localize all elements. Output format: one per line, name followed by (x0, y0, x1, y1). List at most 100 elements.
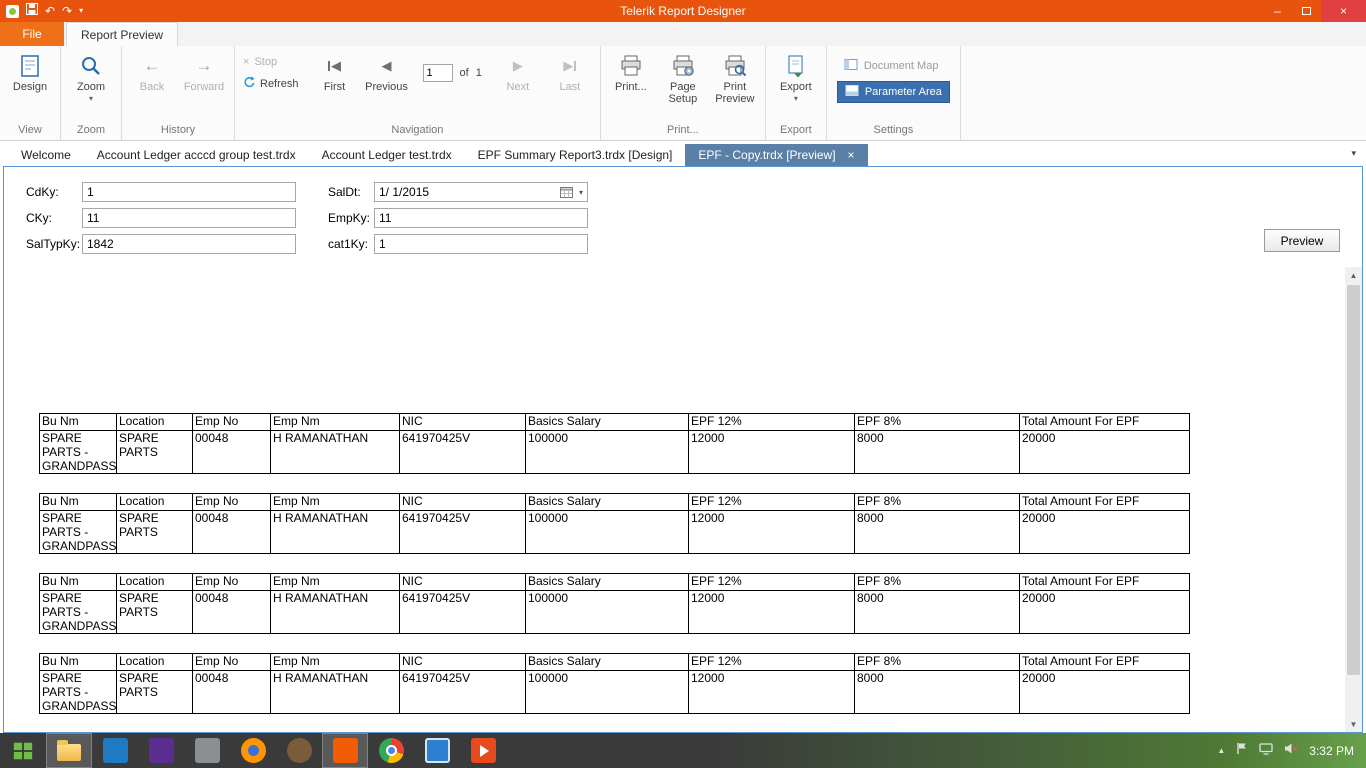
parameter-area-toggle[interactable]: Parameter Area (836, 81, 950, 103)
cell-emp-nm: H RAMANATHAN (270, 670, 400, 714)
design-button[interactable]: Design (4, 48, 56, 94)
cell-emp-nm: H RAMANATHAN (270, 430, 400, 474)
scrollbar-thumb[interactable] (1347, 285, 1360, 675)
first-page-button[interactable]: ◀ First (309, 48, 361, 94)
cell-epf8: 8000 (854, 430, 1020, 474)
stop-button[interactable]: × Stop (243, 56, 299, 68)
col-header-epf8: EPF 8% (854, 573, 1020, 591)
window-title: Telerik Report Designer (620, 4, 746, 18)
forward-button[interactable]: → Forward (178, 48, 230, 94)
tab-account-ledger-test[interactable]: Account Ledger test.trdx (309, 144, 465, 166)
col-header-epf12: EPF 12% (688, 573, 855, 591)
col-header-bu-nm: Bu Nm (39, 653, 117, 671)
qat-dropdown-icon[interactable]: ▾ (79, 5, 83, 17)
cky-input[interactable] (82, 208, 296, 228)
forward-label: Forward (183, 81, 225, 93)
cat1ky-label: cat1Ky: (328, 237, 369, 251)
document-map-toggle[interactable]: Document Map (837, 56, 950, 76)
col-header-epf8: EPF 8% (854, 493, 1020, 511)
tray-volume-muted-icon[interactable] (1284, 742, 1298, 760)
tray-network-icon[interactable] (1259, 742, 1273, 760)
tab-report-preview[interactable]: Report Preview (66, 22, 179, 46)
taskbar-clock[interactable]: 3:32 PM (1309, 744, 1354, 758)
tab-account-ledger-acccd-group-test[interactable]: Account Ledger acccd group test.trdx (84, 144, 309, 166)
taskbar-app-2-icon[interactable] (138, 733, 184, 768)
back-label: Back (139, 81, 165, 93)
refresh-button[interactable]: Refresh (243, 76, 299, 91)
cat1ky-input[interactable] (374, 234, 588, 254)
back-button[interactable]: ← Back (126, 48, 178, 94)
taskbar-telerik-icon[interactable] (322, 733, 368, 768)
ribbon-group-settings: Document Map Parameter Area Settings (827, 46, 961, 140)
file-tab[interactable]: File (0, 22, 64, 46)
print-preview-button[interactable]: Print Preview (709, 48, 761, 106)
report-tables: Bu Nm Location Emp No Emp Nm NIC Basics … (4, 413, 1362, 714)
start-button[interactable] (0, 733, 46, 768)
scroll-up-icon[interactable]: ▲ (1345, 267, 1362, 283)
col-header-emp-no: Emp No (192, 493, 271, 511)
maximize-button[interactable] (1292, 0, 1321, 22)
cell-epf12: 12000 (688, 670, 855, 714)
cell-nic: 641970425V (399, 430, 526, 474)
col-header-emp-nm: Emp Nm (270, 653, 400, 671)
saltypky-label: SalTypKy: (26, 237, 81, 251)
taskbar-app-4-icon[interactable] (276, 733, 322, 768)
app-logo-icon[interactable] (6, 4, 19, 18)
export-button[interactable]: Export ▾ (770, 48, 822, 103)
tab-epf-summary-report3-design[interactable]: EPF Summary Report3.trdx [Design] (465, 144, 686, 166)
empky-input[interactable] (374, 208, 588, 228)
file-explorer-icon[interactable] (46, 733, 92, 768)
page-of-label: of (459, 67, 469, 79)
epf-report-table: Bu Nm Location Emp No Emp Nm NIC Basics … (39, 573, 1190, 634)
col-header-bu-nm: Bu Nm (39, 573, 117, 591)
saltypky-input[interactable] (82, 234, 296, 254)
zoom-button[interactable]: Zoom ▾ (65, 48, 117, 103)
page-number-input[interactable] (422, 64, 453, 82)
vertical-scrollbar[interactable]: ▲ ▼ (1345, 267, 1362, 732)
cell-epf8: 8000 (854, 590, 1020, 634)
tray-flag-icon[interactable] (1236, 742, 1248, 760)
cell-epf12: 12000 (688, 430, 855, 474)
undo-icon[interactable]: ↶ (45, 5, 55, 17)
tab-label: EPF Summary Report3.trdx [Design] (477, 148, 673, 162)
tab-welcome[interactable]: Welcome (8, 144, 84, 166)
close-button[interactable]: × (1321, 0, 1366, 22)
save-icon[interactable] (26, 2, 38, 20)
tab-label: Account Ledger acccd group test.trdx (96, 148, 296, 162)
last-page-button[interactable]: ▶ Last (544, 48, 596, 94)
calendar-icon[interactable] (559, 186, 575, 198)
taskbar-app-1-icon[interactable] (92, 733, 138, 768)
cell-basics-salary: 100000 (525, 590, 689, 634)
taskbar-app-5-icon[interactable] (414, 733, 460, 768)
taskbar-media-icon[interactable] (460, 733, 506, 768)
scroll-down-icon[interactable]: ▼ (1345, 716, 1362, 732)
date-dropdown-icon[interactable]: ▾ (575, 183, 587, 201)
page-setup-button[interactable]: Page Setup (657, 48, 709, 106)
minimize-button[interactable]: – (1263, 0, 1292, 22)
tab-list-dropdown-icon[interactable]: ▾ (1351, 148, 1356, 159)
col-header-location: Location (116, 413, 193, 431)
document-map-label: Document Map (863, 60, 939, 72)
print-button[interactable]: Print... (605, 48, 657, 94)
tab-close-icon[interactable]: × (848, 149, 855, 161)
page-total-label: 1 (475, 67, 482, 79)
tab-epf-copy-preview[interactable]: EPF - Copy.trdx [Preview] × (685, 144, 868, 166)
next-page-button[interactable]: ▶ Next (492, 48, 544, 94)
taskbar-firefox-icon[interactable] (230, 733, 276, 768)
col-header-nic: NIC (399, 413, 526, 431)
taskbar-app-3-icon[interactable] (184, 733, 230, 768)
cell-emp-no: 00048 (192, 590, 271, 634)
taskbar-chrome-icon[interactable] (368, 733, 414, 768)
taskbar: ▲ 3:32 PM (0, 733, 1366, 768)
cell-nic: 641970425V (399, 590, 526, 634)
page-setup-icon (671, 53, 695, 79)
redo-icon[interactable]: ↷ (62, 5, 72, 17)
saldt-input[interactable] (375, 185, 560, 199)
preview-button[interactable]: Preview (1264, 229, 1340, 252)
tray-expand-icon[interactable]: ▲ (1217, 746, 1225, 755)
print-preview-icon (723, 53, 747, 79)
cell-epf12: 12000 (688, 510, 855, 554)
cdky-input[interactable] (82, 182, 296, 202)
previous-page-button[interactable]: ◀ Previous (361, 48, 413, 94)
last-page-icon: ▶ (563, 53, 577, 79)
